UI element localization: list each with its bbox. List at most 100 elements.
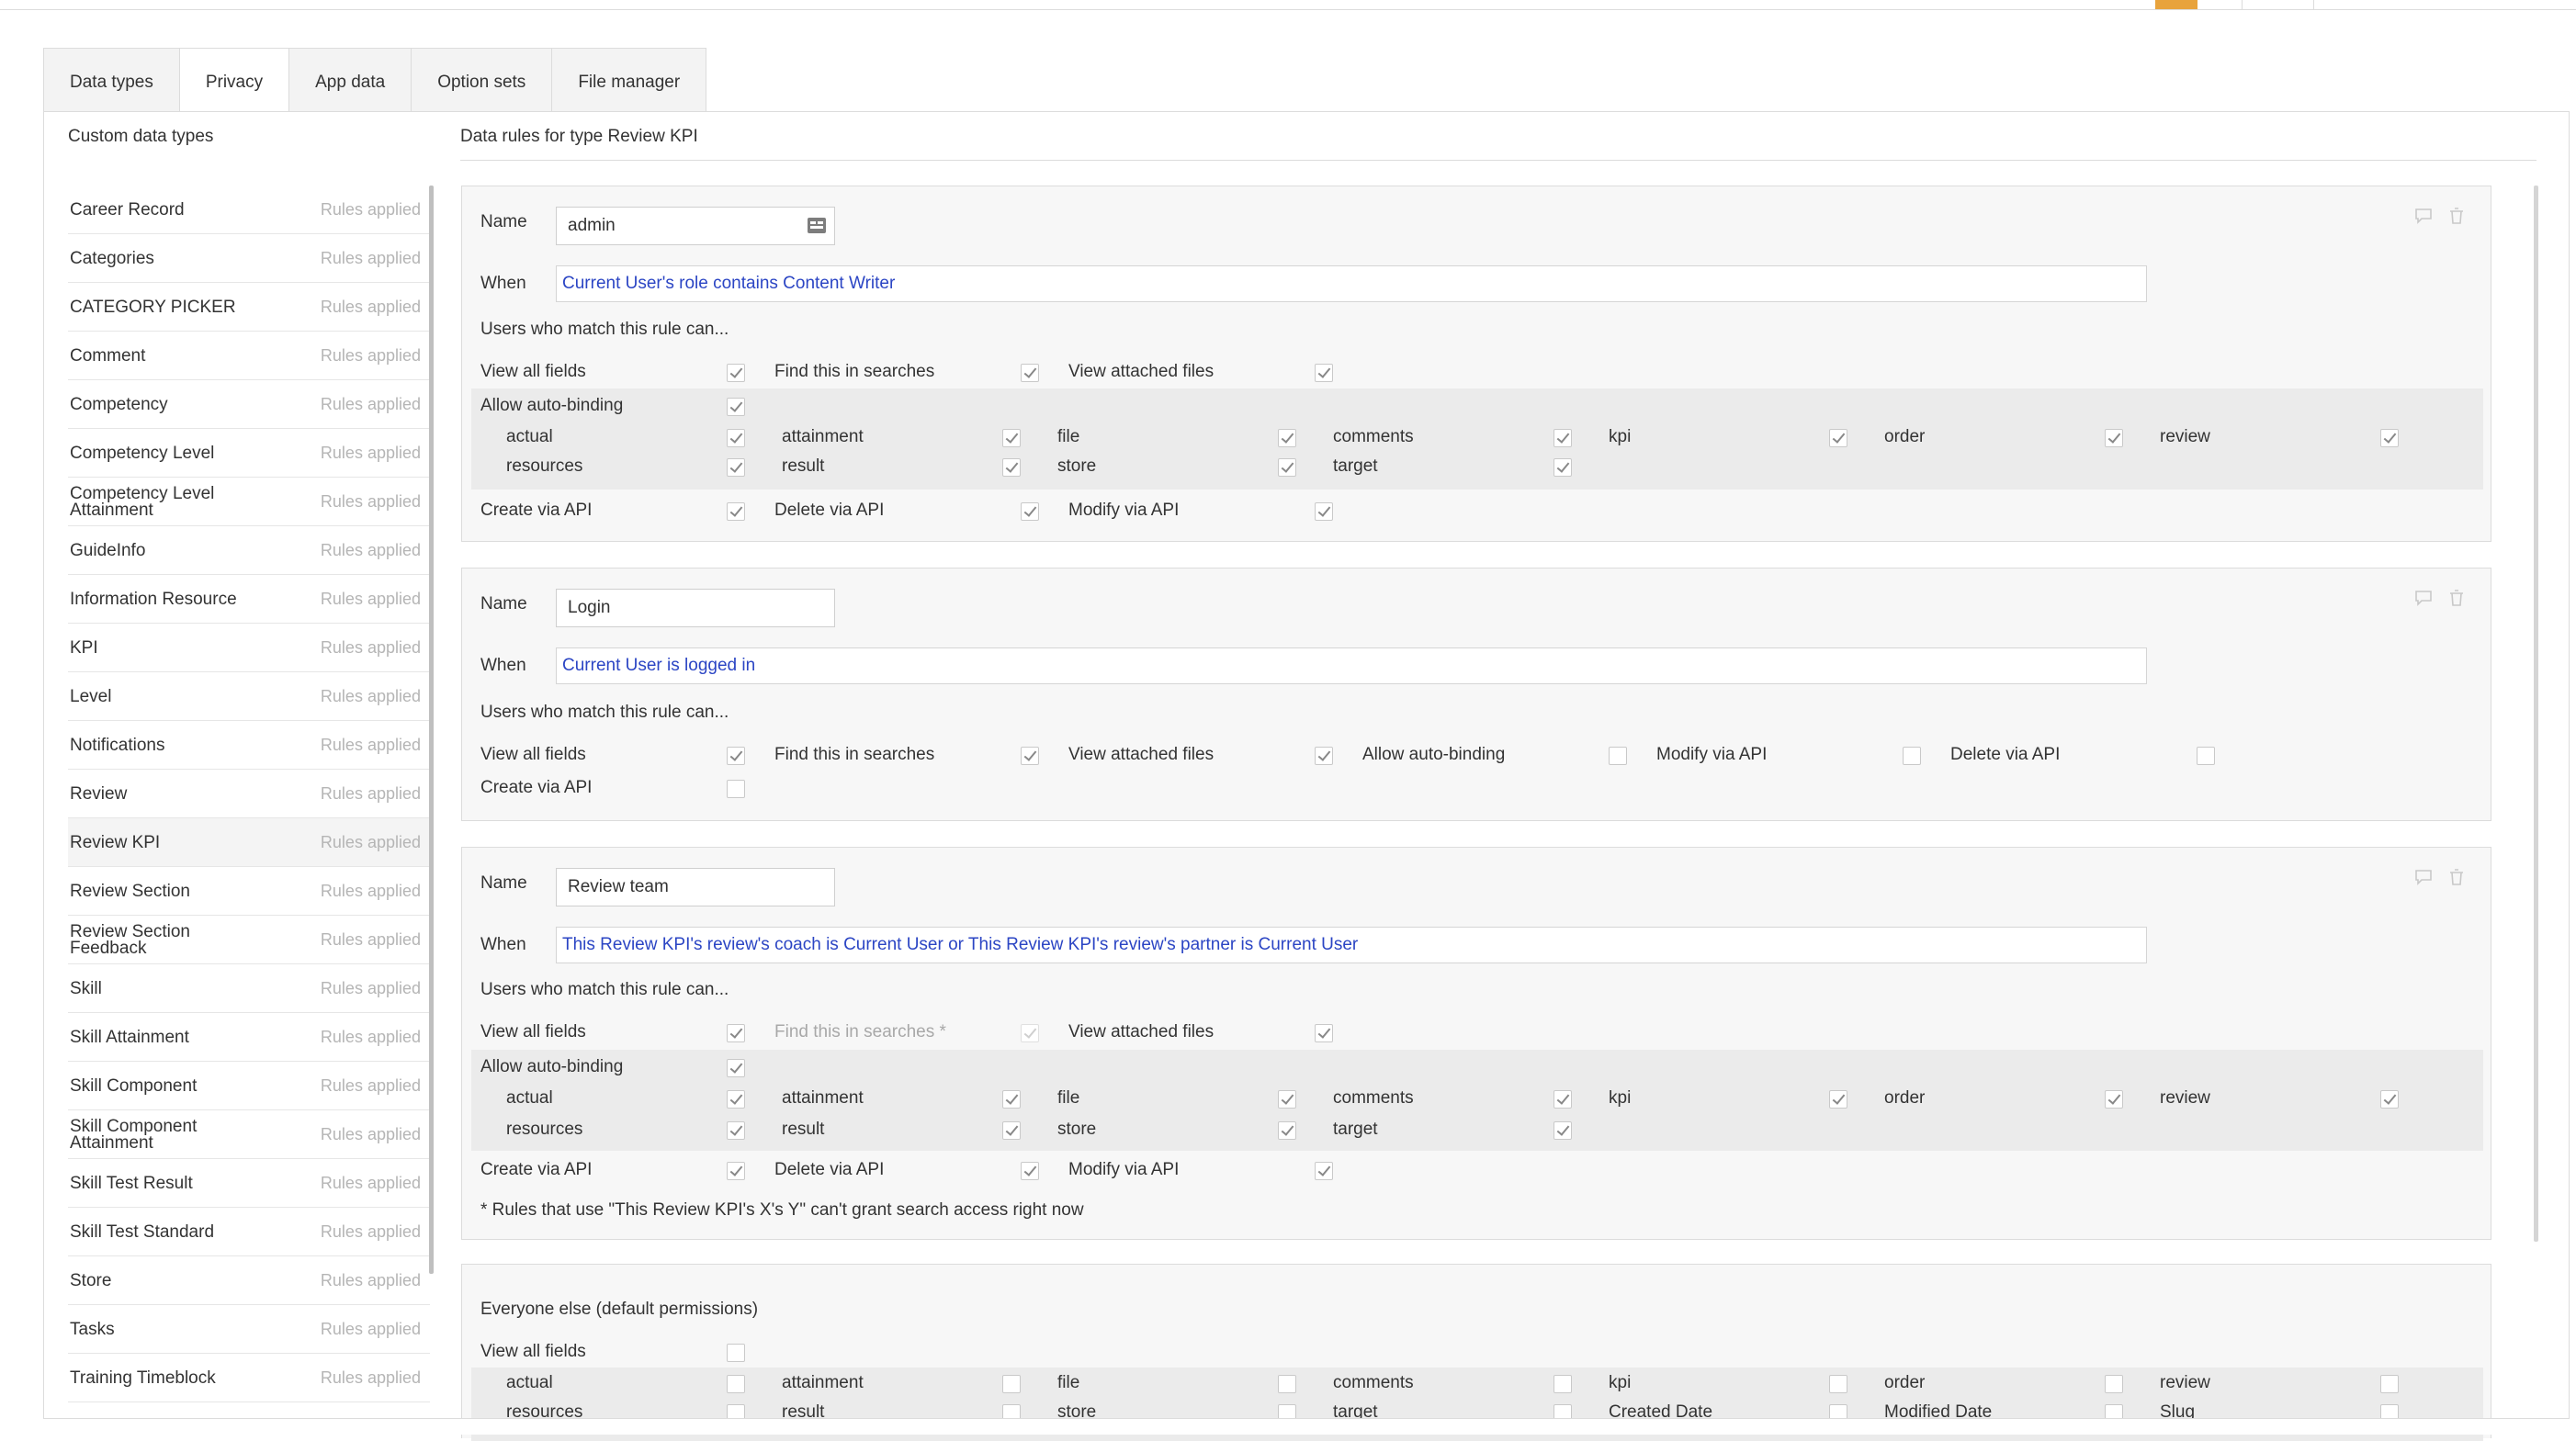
data-type-item[interactable]: Review Rules applied bbox=[68, 770, 430, 818]
field-checkbox[interactable] bbox=[2380, 429, 2399, 447]
field-checkbox[interactable] bbox=[727, 1375, 745, 1393]
data-type-item[interactable]: Review KPI Rules applied bbox=[68, 818, 430, 867]
field-checkbox[interactable] bbox=[727, 1121, 745, 1140]
tab-option-sets[interactable]: Option sets bbox=[412, 49, 553, 113]
modify-via-api-checkbox[interactable] bbox=[1315, 1162, 1333, 1180]
field-checkbox[interactable] bbox=[1554, 458, 1572, 477]
data-type-item[interactable]: Competency Rules applied bbox=[68, 380, 430, 429]
data-type-item[interactable]: Competency Level Attainment Rules applied bbox=[68, 478, 430, 526]
rule-condition-input[interactable]: Current User is logged in bbox=[556, 647, 2147, 684]
field-checkbox[interactable] bbox=[727, 429, 745, 447]
field-checkbox[interactable] bbox=[727, 1090, 745, 1109]
data-type-item[interactable]: CATEGORY PICKER Rules applied bbox=[68, 283, 430, 332]
header-divider bbox=[460, 160, 2536, 161]
field-checkbox[interactable] bbox=[1554, 429, 1572, 447]
delete-via-api-checkbox[interactable] bbox=[1021, 502, 1039, 521]
data-type-item[interactable]: Tasks Rules applied bbox=[68, 1305, 430, 1354]
field-label: comments bbox=[1333, 1088, 1414, 1108]
field-checkbox[interactable] bbox=[2105, 1375, 2123, 1393]
modify-via-api-checkbox[interactable] bbox=[1903, 747, 1921, 765]
trash-icon[interactable] bbox=[2446, 868, 2467, 886]
rules-scrollbar[interactable] bbox=[2534, 186, 2538, 1242]
view-all-fields-checkbox[interactable] bbox=[727, 747, 745, 765]
view-all-fields-checkbox[interactable] bbox=[727, 364, 745, 382]
data-type-item[interactable]: Skill Rules applied bbox=[68, 964, 430, 1013]
create-via-api-checkbox[interactable] bbox=[727, 502, 745, 521]
data-type-item[interactable]: KPI Rules applied bbox=[68, 624, 430, 672]
rule-name-input[interactable]: Review team bbox=[556, 868, 835, 906]
modify-via-api-label: Modify via API bbox=[1656, 745, 1768, 764]
field-checkbox[interactable] bbox=[1554, 1375, 1572, 1393]
dynamic-data-icon[interactable] bbox=[807, 216, 829, 236]
view-all-fields-checkbox[interactable] bbox=[727, 1024, 745, 1042]
tab-privacy[interactable]: Privacy bbox=[179, 49, 290, 114]
field-checkbox[interactable] bbox=[1002, 429, 1021, 447]
field-checkbox[interactable] bbox=[2380, 1090, 2399, 1109]
data-type-item[interactable]: Level Rules applied bbox=[68, 672, 430, 721]
data-type-item[interactable]: Notifications Rules applied bbox=[68, 721, 430, 770]
data-type-item[interactable]: Categories Rules applied bbox=[68, 234, 430, 283]
field-checkbox[interactable] bbox=[1002, 1375, 1021, 1393]
field-checkbox[interactable] bbox=[1002, 1090, 1021, 1109]
field-checkbox[interactable] bbox=[2380, 1375, 2399, 1393]
field-checkbox[interactable] bbox=[2105, 429, 2123, 447]
field-checkbox[interactable] bbox=[1278, 1090, 1296, 1109]
list-scrollbar[interactable] bbox=[429, 186, 434, 1274]
data-type-item[interactable]: Competency Level Rules applied bbox=[68, 429, 430, 478]
comment-icon[interactable] bbox=[2413, 868, 2434, 886]
data-type-item[interactable]: Store Rules applied bbox=[68, 1256, 430, 1305]
rule-condition-input[interactable]: Current User's role contains Content Wri… bbox=[556, 265, 2147, 302]
data-type-item[interactable]: Review Section Feedback Rules applied bbox=[68, 916, 430, 964]
rule-name-input[interactable]: Login bbox=[556, 589, 835, 627]
field-checkbox[interactable] bbox=[1829, 1375, 1847, 1393]
allow-auto-binding-checkbox[interactable] bbox=[727, 398, 745, 416]
field-checkbox[interactable] bbox=[1554, 1121, 1572, 1140]
field-checkbox[interactable] bbox=[1278, 1375, 1296, 1393]
create-via-api-checkbox[interactable] bbox=[727, 1162, 745, 1180]
field-checkbox[interactable] bbox=[1278, 429, 1296, 447]
field-checkbox[interactable] bbox=[1554, 1090, 1572, 1109]
rules-applied-label: Rules applied bbox=[320, 346, 421, 365]
data-type-item[interactable]: Review Section Rules applied bbox=[68, 867, 430, 916]
tab-file-manager[interactable]: File manager bbox=[552, 49, 706, 113]
data-type-item[interactable]: GuideInfo Rules applied bbox=[68, 526, 430, 575]
create-via-api-checkbox[interactable] bbox=[727, 780, 745, 798]
data-type-item[interactable]: Information Resource Rules applied bbox=[68, 575, 430, 624]
delete-via-api-checkbox[interactable] bbox=[2197, 747, 2215, 765]
rule-name-input[interactable]: admin bbox=[556, 207, 835, 245]
find-in-searches-checkbox[interactable] bbox=[1021, 364, 1039, 382]
tab-data-types[interactable]: Data types bbox=[44, 49, 180, 113]
tab-app-data[interactable]: App data bbox=[289, 49, 412, 113]
view-attached-files-checkbox[interactable] bbox=[1315, 747, 1333, 765]
field-checkbox[interactable] bbox=[1829, 1090, 1847, 1109]
find-in-searches-checkbox[interactable] bbox=[1021, 747, 1039, 765]
modify-via-api-checkbox[interactable] bbox=[1315, 502, 1333, 521]
view-attached-files-checkbox[interactable] bbox=[1315, 1024, 1333, 1042]
field-checkbox[interactable] bbox=[727, 458, 745, 477]
field-checkbox[interactable] bbox=[1002, 458, 1021, 477]
comment-icon[interactable] bbox=[2413, 589, 2434, 607]
data-type-item[interactable]: Comment Rules applied bbox=[68, 332, 430, 380]
field-checkbox[interactable] bbox=[1278, 1121, 1296, 1140]
field-checkbox[interactable] bbox=[2105, 1090, 2123, 1109]
data-type-item[interactable]: Skill Test Standard Rules applied bbox=[68, 1208, 430, 1256]
view-attached-files-checkbox[interactable] bbox=[1315, 364, 1333, 382]
view-all-fields-checkbox[interactable] bbox=[727, 1344, 745, 1362]
field-checkbox[interactable] bbox=[1278, 458, 1296, 477]
field-checkbox[interactable] bbox=[1829, 429, 1847, 447]
field-checkbox[interactable] bbox=[1002, 1121, 1021, 1140]
data-type-item[interactable]: Skill Component Rules applied bbox=[68, 1062, 430, 1110]
data-type-item[interactable]: Career Record Rules applied bbox=[68, 186, 430, 234]
comment-icon[interactable] bbox=[2413, 207, 2434, 225]
allow-auto-binding-checkbox[interactable] bbox=[727, 1059, 745, 1077]
data-type-item[interactable]: Skill Attainment Rules applied bbox=[68, 1013, 430, 1062]
data-type-item[interactable]: Skill Test Result Rules applied bbox=[68, 1159, 430, 1208]
rule-condition-input[interactable]: This Review KPI's review's coach is Curr… bbox=[556, 927, 2147, 963]
data-type-item[interactable]: Skill Component Attainment Rules applied bbox=[68, 1110, 430, 1159]
delete-via-api-checkbox[interactable] bbox=[1021, 1162, 1039, 1180]
trash-icon[interactable] bbox=[2446, 589, 2467, 607]
data-type-label: Review bbox=[70, 783, 128, 804]
allow-auto-binding-checkbox[interactable] bbox=[1609, 747, 1627, 765]
trash-icon[interactable] bbox=[2446, 207, 2467, 225]
data-type-item[interactable]: Training Timeblock Rules applied bbox=[68, 1354, 430, 1402]
